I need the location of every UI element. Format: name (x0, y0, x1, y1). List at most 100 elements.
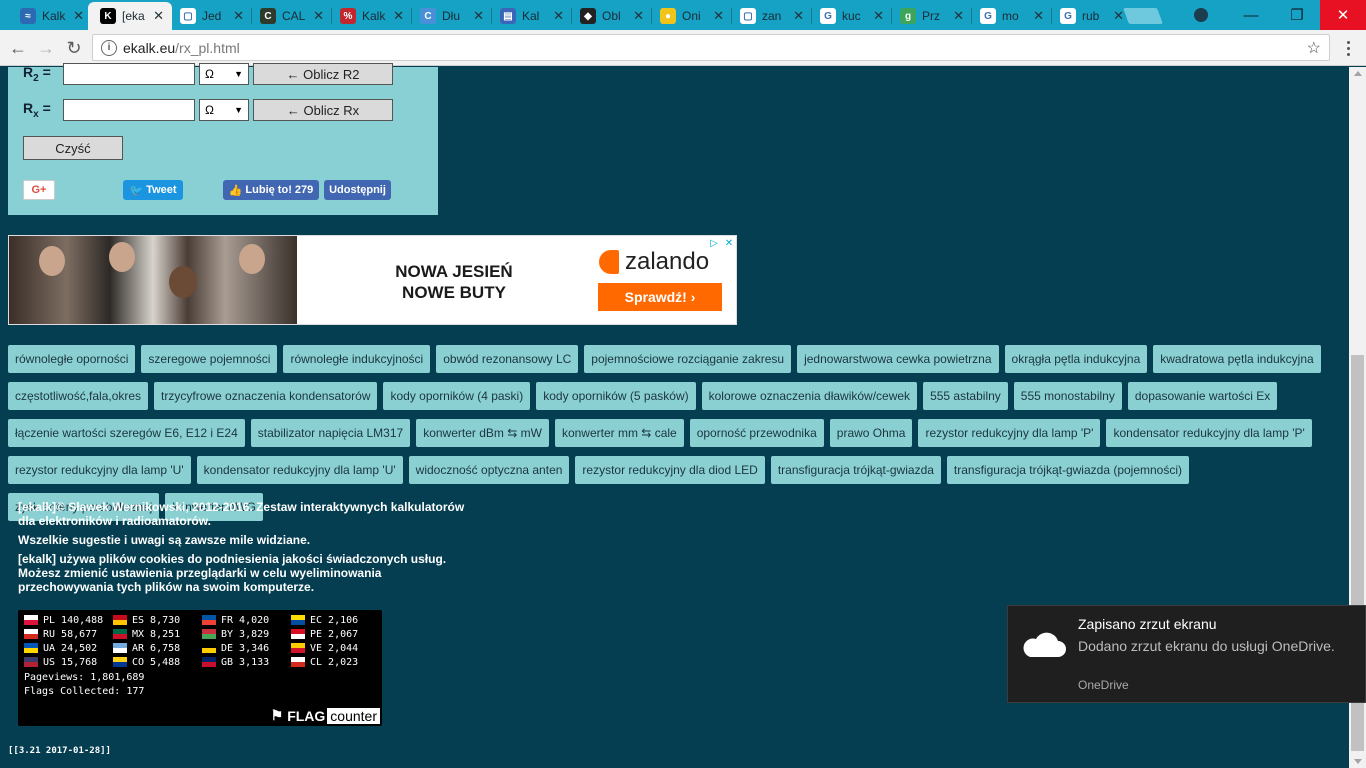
scroll-down-icon[interactable] (1354, 759, 1362, 764)
calculator-link[interactable]: szeregowe pojemności (141, 345, 278, 373)
onedrive-notification[interactable]: Zapisano zrzut ekranu Dodano zrzut ekran… (1007, 605, 1366, 703)
scroll-up-icon[interactable] (1354, 71, 1362, 76)
tab-4[interactable]: % Kalk ✕ (328, 2, 412, 30)
calculator-link[interactable]: równoległe oporności (8, 345, 136, 373)
profile-button[interactable] (1186, 0, 1216, 30)
facebook-like-button[interactable]: 👍 Lubię to! 279 (223, 180, 319, 200)
flag-counter-widget[interactable]: PL 140,488 ES 8,730 FR 4,020 EC 2,106 RU 58,… (18, 610, 382, 726)
bookmark-star-icon[interactable]: ☆ (1307, 38, 1321, 58)
address-bar[interactable]: i ekalk.eu /rx_pl.html ☆ (92, 34, 1330, 61)
calculator-link[interactable]: oporność przewodnika (689, 419, 824, 447)
calculator-link[interactable]: kondensator redukcyjny dla lamp 'P' (1106, 419, 1312, 447)
tab-5[interactable]: C Dłu ✕ (408, 2, 492, 30)
calculator-link[interactable]: rezystor redukcyjny dla lamp 'P' (918, 419, 1101, 447)
calculator-link[interactable]: rezystor redukcyjny dla diod LED (575, 456, 765, 484)
close-tab-icon[interactable]: ✕ (1113, 8, 1124, 24)
country-flag-icon (113, 643, 127, 653)
calculator-link[interactable]: częstotliwość,fala,okres (8, 382, 149, 410)
site-info-icon[interactable]: i (101, 39, 117, 56)
calculator-link[interactable]: pojemnościowe rozciąganie zakresu (584, 345, 792, 373)
tab-0[interactable]: ≈ Kalk ✕ (8, 2, 92, 30)
rx-input[interactable] (63, 99, 195, 121)
tab-1[interactable]: K [eka ✕ (88, 2, 172, 30)
country-flag-icon (24, 629, 38, 639)
r2-input[interactable] (63, 63, 195, 85)
adchoices-icon[interactable]: ▷ (707, 236, 721, 250)
close-tab-icon[interactable]: ✕ (873, 8, 884, 24)
close-tab-icon[interactable]: ✕ (153, 8, 164, 24)
calculator-link[interactable]: kody oporników (5 pasków) (536, 382, 696, 410)
calculator-link[interactable]: kwadratowa pętla indukcyjna (1153, 345, 1321, 373)
google-plus-button[interactable]: G+ (23, 180, 55, 200)
calculator-link[interactable]: równoległe indukcyjności (283, 345, 431, 373)
close-tab-icon[interactable]: ✕ (73, 8, 84, 24)
browser-menu-icon[interactable] (1338, 36, 1358, 60)
notification-body: Dodano zrzut ekranu do usługi OneDrive. (1078, 638, 1335, 654)
calculator-link[interactable]: 555 astabilny (923, 382, 1008, 410)
calculator-link[interactable]: kolorowe oznaczenia dławików/cewek (701, 382, 918, 410)
tab-3[interactable]: C CAL ✕ (248, 2, 332, 30)
clear-button[interactable]: Czyść (23, 136, 123, 160)
close-tab-icon[interactable]: ✕ (393, 8, 404, 24)
calculator-link[interactable]: prawo Ohma (829, 419, 913, 447)
tab-8[interactable]: ● Oni ✕ (648, 2, 732, 30)
close-ad-icon[interactable]: ✕ (722, 236, 736, 250)
favicon-icon: G (820, 8, 836, 24)
close-tab-icon[interactable]: ✕ (553, 8, 564, 24)
ad-choices[interactable]: ▷ ✕ (707, 236, 736, 250)
close-tab-icon[interactable]: ✕ (313, 8, 324, 24)
close-tab-icon[interactable]: ✕ (473, 8, 484, 24)
calculator-link[interactable]: transfiguracja trójkąt-gwiazda (770, 456, 941, 484)
close-tab-icon[interactable]: ✕ (233, 8, 244, 24)
tab-9[interactable]: ▢ zan ✕ (728, 2, 812, 30)
calculator-link[interactable]: dopasowanie wartości Ex (1127, 382, 1278, 410)
forward-button[interactable]: → (34, 36, 58, 60)
tab-10[interactable]: Gkuc ✕ (808, 2, 892, 30)
ad-cta-button[interactable]: Sprawdź! › (598, 283, 722, 311)
flag-entry: AR 6,758 (113, 642, 202, 654)
calculator-link[interactable]: widoczność optyczna anten (408, 456, 570, 484)
calculator-link[interactable]: kondensator redukcyjny dla lamp 'U' (196, 456, 403, 484)
calculator-link[interactable]: okrągła pętla indukcyjna (1004, 345, 1148, 373)
calculator-link[interactable]: jednowarstwowa cewka powietrzna (797, 345, 999, 373)
close-tab-icon[interactable]: ✕ (713, 8, 724, 24)
close-tab-icon[interactable]: ✕ (793, 8, 804, 24)
calculator-link[interactable]: kody oporników (4 paski) (383, 382, 531, 410)
calculator-link[interactable]: konwerter mm ⇆ cale (554, 419, 684, 447)
tab-11[interactable]: g Prz ✕ (888, 2, 972, 30)
calculator-link[interactable]: łączenie wartości szeregów E6, E12 i E24 (8, 419, 245, 447)
back-button[interactable]: ← (6, 36, 30, 60)
new-tab-button[interactable] (1123, 8, 1163, 24)
tab-6[interactable]: ▤ Kal ✕ (488, 2, 572, 30)
calculator-link[interactable]: obwód rezonansowy LC (436, 345, 579, 373)
close-tab-icon[interactable]: ✕ (1033, 8, 1044, 24)
facebook-share-button[interactable]: Udostępnij (324, 180, 391, 200)
tweet-button[interactable]: 🐦 Tweet (123, 180, 183, 200)
favicon-icon: C (420, 8, 436, 24)
calculator-link[interactable]: stabilizator napięcia LM317 (250, 419, 411, 447)
country-flag-icon (202, 643, 216, 653)
close-tab-icon[interactable]: ✕ (953, 8, 964, 24)
tab-7[interactable]: ◆ Obl ✕ (568, 2, 652, 30)
reload-button[interactable]: ↻ (62, 36, 86, 60)
calculator-link[interactable]: trzycyfrowe oznaczenia kondensatorów (154, 382, 378, 410)
close-tab-icon[interactable]: ✕ (633, 8, 644, 24)
tab-title: Jed (202, 9, 222, 23)
tab-12[interactable]: Gmo ✕ (968, 2, 1052, 30)
ad-banner[interactable]: NOWA JESIEŃ NOWE BUTY zalando Sprawdź! ›… (8, 235, 737, 325)
calculate-r2-button[interactable]: ← Oblicz R2 (253, 63, 393, 85)
restore-button[interactable]: ❐ (1274, 0, 1320, 30)
minimize-button[interactable]: — (1228, 0, 1274, 30)
tab-13[interactable]: Grub ✕ (1048, 2, 1132, 30)
calculator-link[interactable]: transfiguracja trójkąt-gwiazda (pojemnoś… (946, 456, 1190, 484)
calculate-rx-button[interactable]: ← Oblicz Rx (253, 99, 393, 121)
calculator-link[interactable]: 555 monostabilny (1013, 382, 1122, 410)
tab-2[interactable]: ▢ Jed ✕ (168, 2, 252, 30)
calculator-link[interactable]: konwerter dBm ⇆ mW (416, 419, 549, 447)
calculator-link[interactable]: rezystor redukcyjny dla lamp 'U' (8, 456, 191, 484)
rx-unit-select[interactable]: Ω ▼ (199, 99, 249, 121)
favicon-icon: ▢ (740, 8, 756, 24)
flag-entry: GB 3,133 (202, 656, 291, 668)
close-window-button[interactable]: ✕ (1320, 0, 1366, 30)
r2-unit-select[interactable]: Ω ▼ (199, 63, 249, 85)
